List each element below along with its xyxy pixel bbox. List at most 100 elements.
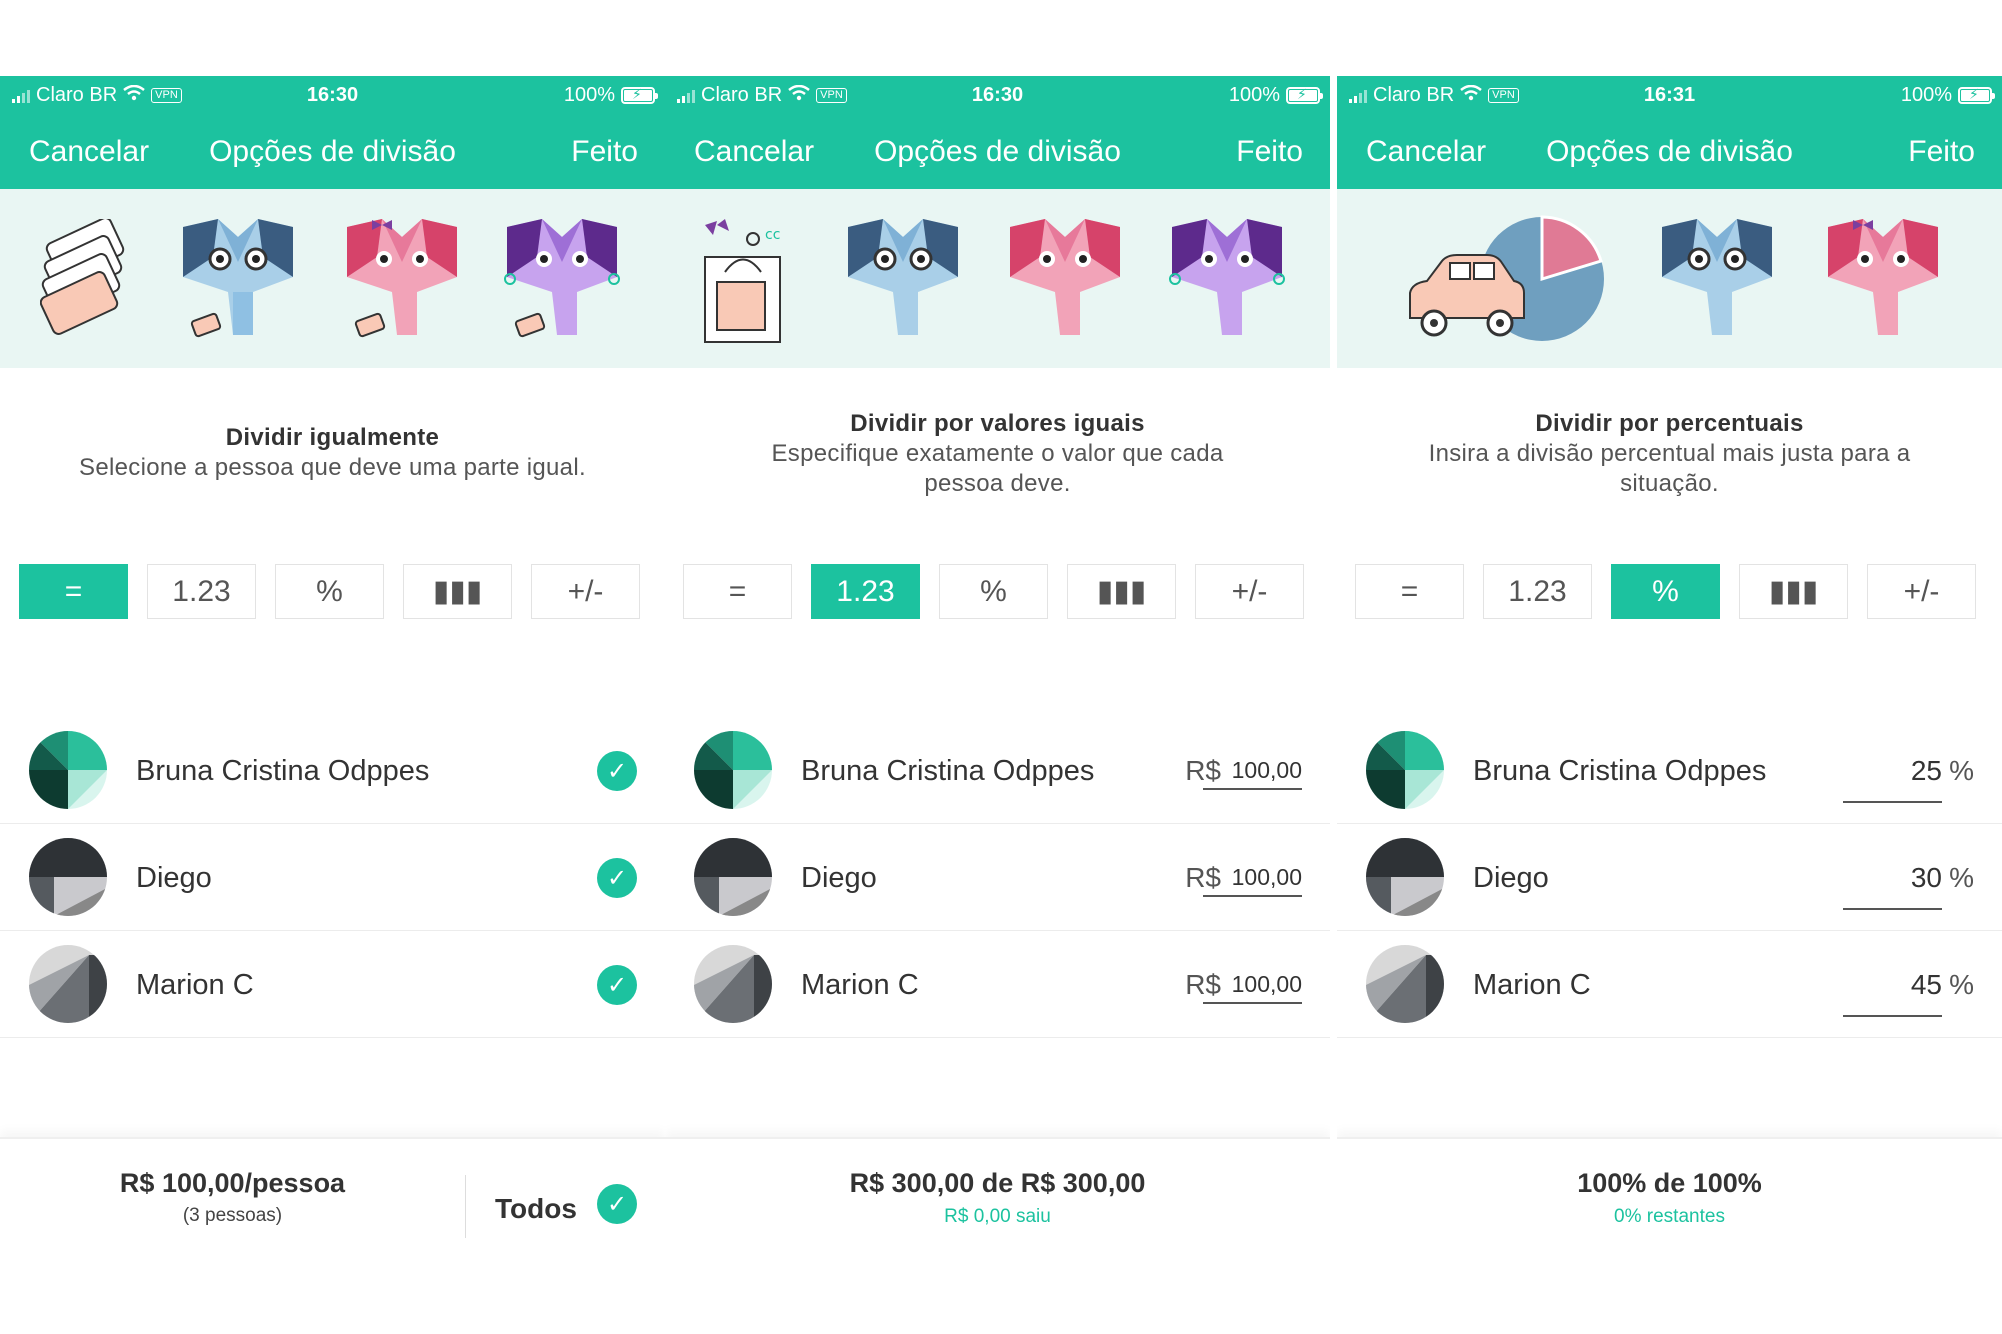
blue-elephant-icon (1662, 219, 1772, 335)
page-title: Opções de divisão (209, 135, 456, 168)
avatar (29, 945, 107, 1023)
tab-percentages[interactable]: % (939, 564, 1048, 619)
avatar (694, 731, 772, 809)
person-name: Bruna Cristina Odppes (1473, 755, 1767, 787)
split-subtitle: Selecione a pessoa que deve uma parte ig… (79, 454, 586, 481)
list-item[interactable]: Marion C ✓ (0, 931, 665, 1038)
list-item: Bruna Cristina Odppes 25 % (1337, 717, 2002, 824)
done-button[interactable]: Feito (1236, 135, 1303, 169)
split-title: Dividir por valores iguais (850, 410, 1145, 437)
screen-split-percentages: Claro BR VPN 16:31 100% ⚡ Cancelar Opçõe… (1337, 76, 2002, 1334)
blue-elephant-icon (848, 219, 958, 335)
split-description: Dividir igualmente Selecione a pessoa qu… (0, 423, 665, 483)
list-item[interactable]: Bruna Cristina Odppes ✓ (0, 717, 665, 824)
list-item: Marion C R$ 100,00 (665, 931, 1330, 1038)
purple-elephant-icon (1169, 219, 1285, 335)
total-summary: 100% de 100% (1577, 1168, 1762, 1198)
nav-bar: Cancelar Opções de divisão Feito (665, 114, 1330, 189)
split-method-tabs: = 1.23 % ▮▮▮ +/- (1355, 564, 1976, 619)
select-all-label[interactable]: Todos (495, 1193, 577, 1225)
tab-shares[interactable]: ▮▮▮ (403, 564, 512, 619)
tab-percentages[interactable]: % (1611, 564, 1720, 619)
list-item[interactable]: Diego ✓ (0, 824, 665, 931)
svg-text:cc: cc (765, 227, 780, 243)
person-name: Diego (136, 862, 212, 894)
percent-input[interactable]: 45 (1843, 969, 1942, 1017)
blue-elephant-icon (183, 219, 293, 338)
people-count: (3 pessoas) (182, 1205, 283, 1226)
person-name: Diego (801, 862, 877, 894)
tab-adjustment[interactable]: +/- (1867, 564, 1976, 619)
checkmark-icon[interactable]: ✓ (597, 751, 637, 791)
tab-exact-amounts[interactable]: 1.23 (147, 564, 256, 619)
tab-adjustment[interactable]: +/- (531, 564, 640, 619)
percent-input[interactable]: 30 (1843, 862, 1942, 910)
avatar (1366, 945, 1444, 1023)
pink-elephant-icon (1828, 219, 1938, 335)
summary-footer: R$ 300,00 de R$ 300,00 R$ 0,00 saiu (665, 1137, 1330, 1334)
split-method-tabs: = 1.23 % ▮▮▮ +/- (683, 564, 1304, 619)
percent-sign: % (1949, 755, 1974, 786)
car-pie-chart-icon (1409, 215, 1604, 341)
remaining-summary: 0% restantes (1614, 1206, 1725, 1227)
battery-icon: ⚡ (1286, 86, 1323, 104)
page-title: Opções de divisão (1546, 135, 1793, 168)
list-item: Diego R$ 100,00 (665, 824, 1330, 931)
page-title: Opções de divisão (874, 135, 1121, 168)
pink-elephant-icon (347, 219, 457, 338)
people-list: Bruna Cristina Odppes R$ 100,00 Diego R$… (665, 717, 1330, 1038)
select-all-checkmark-icon[interactable]: ✓ (597, 1184, 637, 1224)
screen-split-exact-amounts: Claro BR VPN 16:30 100% ⚡ Cancelar Opçõe… (665, 76, 1330, 1334)
divider (465, 1175, 466, 1238)
tab-equal[interactable]: = (19, 564, 128, 619)
split-subtitle: Especifique exatamente o valor que cada … (771, 440, 1224, 497)
split-description: Dividir por percentuais Insira a divisão… (1337, 409, 2002, 499)
battery-percent: 100% (1228, 84, 1280, 106)
split-description: Dividir por valores iguais Especifique e… (665, 409, 1330, 499)
tab-equal[interactable]: = (683, 564, 792, 619)
tab-exact-amounts[interactable]: 1.23 (1483, 564, 1592, 619)
checkmark-icon[interactable]: ✓ (597, 858, 637, 898)
done-button[interactable]: Feito (1908, 135, 1975, 169)
battery-icon: ⚡ (621, 86, 658, 104)
person-name: Bruna Cristina Odppes (801, 755, 1095, 787)
amount-input[interactable]: 100,00 (1203, 971, 1302, 1004)
list-item: Marion C 45 % (1337, 931, 2002, 1038)
amount-input[interactable]: 100,00 (1203, 757, 1302, 790)
illustration-banner: cc (665, 189, 1330, 368)
status-bar: Claro BR VPN 16:31 100% ⚡ (1337, 76, 2002, 114)
summary-footer: 100% de 100% 0% restantes (1337, 1137, 2002, 1334)
battery-percent: 100% (563, 84, 615, 106)
tab-exact-amounts[interactable]: 1.23 (811, 564, 920, 619)
percent-sign: % (1949, 862, 1974, 893)
avatar (1366, 731, 1444, 809)
checkmark-icon[interactable]: ✓ (597, 965, 637, 1005)
tickets-icon (40, 219, 125, 335)
people-list: Bruna Cristina Odppes ✓ Diego ✓ Marion C… (0, 717, 665, 1038)
per-person-amount: R$ 100,00/pessoa (119, 1168, 346, 1198)
percent-input[interactable]: 25 (1843, 755, 1942, 803)
tab-adjustment[interactable]: +/- (1195, 564, 1304, 619)
total-summary: R$ 300,00 de R$ 300,00 (849, 1168, 1146, 1198)
list-item: Bruna Cristina Odppes R$ 100,00 (665, 717, 1330, 824)
tab-shares[interactable]: ▮▮▮ (1739, 564, 1848, 619)
amount-input[interactable]: 100,00 (1203, 864, 1302, 897)
tab-equal[interactable]: = (1355, 564, 1464, 619)
screen-split-equally: Claro BR VPN 16:30 100% ⚡ Cancelar Opçõe… (0, 76, 665, 1334)
person-name: Bruna Cristina Odppes (136, 755, 430, 787)
status-bar: Claro BR VPN 16:30 100% ⚡ (665, 76, 1330, 114)
shopping-bag-icon: cc (704, 219, 781, 343)
illustration-banner (0, 189, 665, 368)
avatar (1366, 838, 1444, 916)
tab-percentages[interactable]: % (275, 564, 384, 619)
avatar (29, 838, 107, 916)
split-title: Dividir igualmente (225, 424, 440, 451)
summary-footer: R$ 100,00/pessoa (3 pessoas) Todos ✓ (0, 1137, 665, 1334)
illustration-banner (1337, 189, 2002, 368)
list-item: Diego 30 % (1337, 824, 2002, 931)
done-button[interactable]: Feito (571, 135, 638, 169)
pink-elephant-icon (1010, 219, 1120, 335)
nav-bar: Cancelar Opções de divisão Feito (1337, 114, 2002, 189)
tab-shares[interactable]: ▮▮▮ (1067, 564, 1176, 619)
person-name: Marion C (801, 969, 919, 1001)
